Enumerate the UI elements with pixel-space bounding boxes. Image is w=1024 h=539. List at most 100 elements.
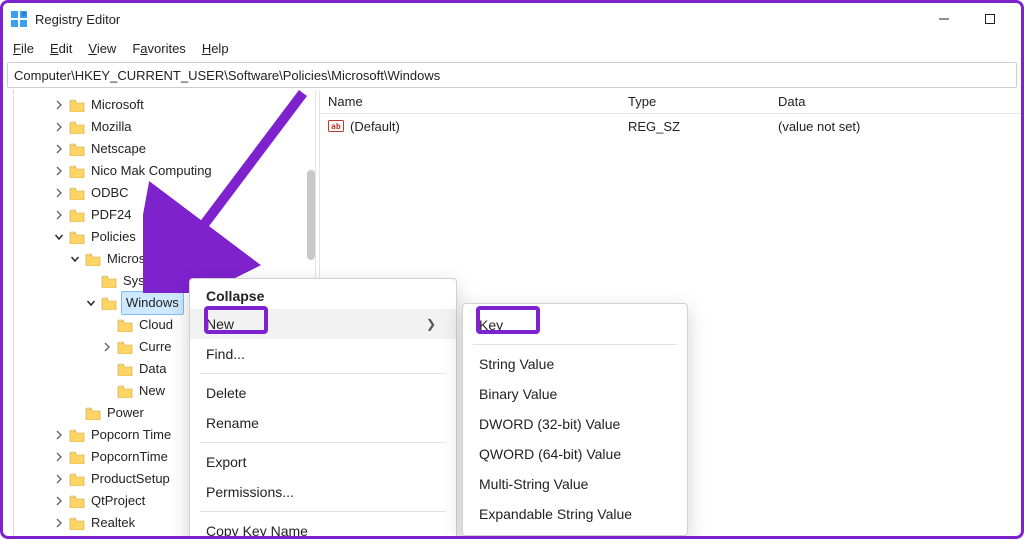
tree-node[interactable]: Nico Mak Computing — [3, 160, 315, 182]
col-header-data[interactable]: Data — [770, 94, 1021, 109]
chevron-right-icon[interactable] — [51, 493, 67, 509]
svg-text:ab: ab — [331, 122, 341, 131]
folder-icon — [69, 472, 85, 486]
chevron-right-icon[interactable] — [51, 207, 67, 223]
submenu-item-qword-64-bit-value[interactable]: QWORD (64-bit) Value — [463, 439, 687, 469]
chevron-right-icon[interactable] — [51, 471, 67, 487]
chevron-down-icon[interactable] — [67, 251, 83, 267]
context-menu-item-export[interactable]: Export — [190, 447, 456, 477]
tree-node-label: PDF24 — [89, 204, 133, 226]
tree-node[interactable]: Mozilla — [3, 116, 315, 138]
address-path: Computer\HKEY_CURRENT_USER\Software\Poli… — [14, 68, 440, 83]
chevron-right-icon[interactable] — [51, 185, 67, 201]
context-menu-item-label: Copy Key Name — [206, 523, 308, 539]
minimize-button[interactable] — [921, 3, 967, 35]
context-menu-separator — [200, 442, 446, 443]
chevron-right-icon[interactable] — [51, 97, 67, 113]
submenu-item-dword-32-bit-value[interactable]: DWORD (32-bit) Value — [463, 409, 687, 439]
submenu-item-string-value[interactable]: String Value — [463, 349, 687, 379]
chevron-right-icon[interactable] — [51, 515, 67, 531]
context-menu-item-delete[interactable]: Delete — [190, 378, 456, 408]
menu-view[interactable]: View — [88, 41, 116, 56]
chevron-right-icon[interactable] — [51, 427, 67, 443]
folder-icon — [69, 164, 85, 178]
submenu-item-multi-string-value[interactable]: Multi-String Value — [463, 469, 687, 499]
chevron-right-icon[interactable] — [51, 119, 67, 135]
folder-icon — [69, 230, 85, 244]
menu-file[interactable]: File — [13, 41, 34, 56]
folder-icon — [69, 450, 85, 464]
folder-icon — [117, 362, 133, 376]
folder-icon — [69, 208, 85, 222]
list-row[interactable]: ab (Default) REG_SZ (value not set) — [320, 114, 1021, 138]
string-value-icon: ab — [328, 118, 344, 134]
folder-icon — [69, 142, 85, 156]
tree-node[interactable]: Netscape — [3, 138, 315, 160]
context-menu-item-label: Delete — [206, 385, 246, 401]
tree-node-label: Policies — [89, 226, 138, 248]
context-submenu-new: Key String Value Binary Value DWORD (32-bit… — [462, 303, 688, 536]
tree-node[interactable]: Microsoft — [3, 248, 315, 270]
chevron-down-icon[interactable] — [83, 295, 99, 311]
context-menu-item-find[interactable]: Find... — [190, 339, 456, 369]
tree-node-label: Windows — [121, 291, 184, 315]
tree-node[interactable]: ODBC — [3, 182, 315, 204]
submenu-item-label: String Value — [479, 356, 554, 372]
context-menu-separator — [473, 344, 677, 345]
context-menu-item-copy-key-name[interactable]: Copy Key Name — [190, 516, 456, 539]
col-header-name[interactable]: Name — [320, 94, 620, 109]
value-type: REG_SZ — [620, 119, 770, 134]
menubar: File Edit View Favorites Help — [3, 35, 1021, 61]
context-menu-item-label: New — [206, 316, 234, 332]
tree-node-label: Cloud — [137, 314, 175, 336]
context-menu-item-label: Export — [206, 454, 246, 470]
tree-node[interactable]: Microsoft — [3, 94, 315, 116]
submenu-item-expandable-string-value[interactable]: Expandable String Value — [463, 499, 687, 529]
submenu-item-label: DWORD (32-bit) Value — [479, 416, 620, 432]
folder-icon — [69, 186, 85, 200]
col-header-type[interactable]: Type — [620, 94, 770, 109]
tree-node-label: Nico Mak Computing — [89, 160, 214, 182]
scrollbar-thumb[interactable] — [307, 170, 315, 260]
maximize-button[interactable] — [967, 3, 1013, 35]
context-menu-item-rename[interactable]: Rename — [190, 408, 456, 438]
tree-node-label: Mozilla — [89, 116, 133, 138]
tree-node-label: PopcornTime — [89, 446, 170, 468]
submenu-item-key[interactable]: Key — [463, 310, 687, 340]
tree-node-label: New — [137, 380, 167, 402]
chevron-right-icon[interactable] — [51, 141, 67, 157]
context-menu: CollapseNew❯ Find... Delete Rename Export Per… — [189, 278, 457, 539]
chevron-right-icon[interactable] — [99, 339, 115, 355]
tree-node-label: Power — [105, 402, 146, 424]
context-menu-separator — [200, 373, 446, 374]
context-menu-item-label: Find... — [206, 346, 245, 362]
context-menu-item-label: Permissions... — [206, 484, 294, 500]
context-menu-collapse[interactable]: Collapse — [190, 285, 456, 309]
folder-icon — [69, 98, 85, 112]
menu-favorites[interactable]: Favorites — [132, 41, 185, 56]
tree-node[interactable]: Policies — [3, 226, 315, 248]
tree-node-label: ODBC — [89, 182, 131, 204]
tree-node[interactable]: PDF24 — [3, 204, 315, 226]
tree-node-label: Curre — [137, 336, 174, 358]
folder-icon — [117, 384, 133, 398]
chevron-right-icon[interactable] — [51, 449, 67, 465]
value-name: (Default) — [350, 119, 400, 134]
submenu-item-label: QWORD (64-bit) Value — [479, 446, 621, 462]
value-data: (value not set) — [770, 119, 1021, 134]
tree-node-label: RegisteredApp — [89, 534, 179, 535]
folder-icon — [69, 516, 85, 530]
chevron-down-icon[interactable] — [51, 229, 67, 245]
chevron-right-icon[interactable] — [51, 163, 67, 179]
folder-icon — [85, 406, 101, 420]
context-menu-item-permissions[interactable]: Permissions... — [190, 477, 456, 507]
folder-icon — [69, 428, 85, 442]
menu-help[interactable]: Help — [202, 41, 229, 56]
submenu-item-binary-value[interactable]: Binary Value — [463, 379, 687, 409]
address-bar[interactable]: Computer\HKEY_CURRENT_USER\Software\Poli… — [7, 62, 1017, 88]
tree-node-label: Microsoft — [89, 94, 146, 116]
submenu-item-label: Multi-String Value — [479, 476, 588, 492]
context-menu-item-new[interactable]: New❯ — [190, 309, 456, 339]
menu-edit[interactable]: Edit — [50, 41, 72, 56]
tree-node-label: Realtek — [89, 512, 137, 534]
